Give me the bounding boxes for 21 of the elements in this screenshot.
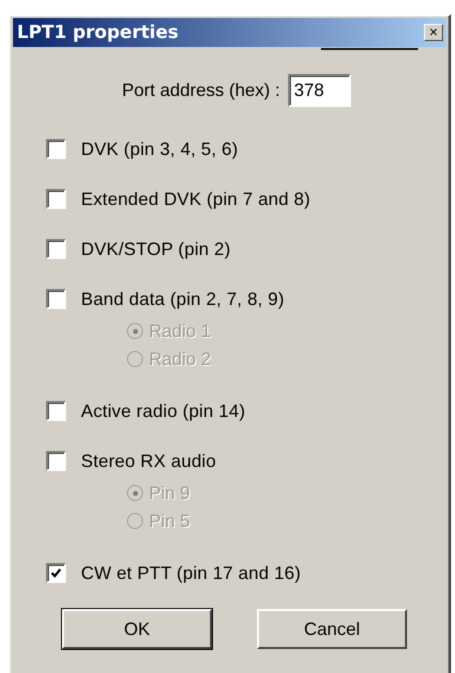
close-button[interactable]: × — [424, 24, 443, 41]
input-field[interactable]: 378 — [288, 74, 352, 107]
window-title: LPT1 properties — [17, 22, 179, 43]
checkbox-label: DVK/STOP (pin 2) — [81, 238, 231, 260]
dialog-button[interactable]: Cancel — [257, 609, 407, 649]
check-icon — [50, 567, 62, 579]
checkbox[interactable] — [46, 401, 66, 421]
checkbox-label: Band data (pin 2, 7, 8, 9) — [81, 288, 284, 310]
checkbox-label: CW et PTT (pin 17 and 16) — [81, 562, 301, 584]
checkbox[interactable] — [46, 451, 66, 471]
checkbox-label: Extended DVK (pin 7 and 8) — [81, 188, 310, 210]
field-label: Port address (hex) : — [122, 80, 280, 101]
checkbox[interactable] — [46, 189, 66, 209]
checkbox[interactable] — [46, 139, 66, 159]
checkbox-label: Stereo RX audio — [81, 450, 216, 472]
checkbox[interactable] — [46, 289, 66, 309]
checkbox[interactable] — [46, 563, 66, 583]
checkbox-label: DVK (pin 3, 4, 5, 6) — [81, 138, 238, 160]
checkbox[interactable] — [46, 239, 66, 259]
checkbox-label: Active radio (pin 14) — [81, 400, 246, 422]
dialog-button[interactable]: OK — [62, 609, 212, 649]
